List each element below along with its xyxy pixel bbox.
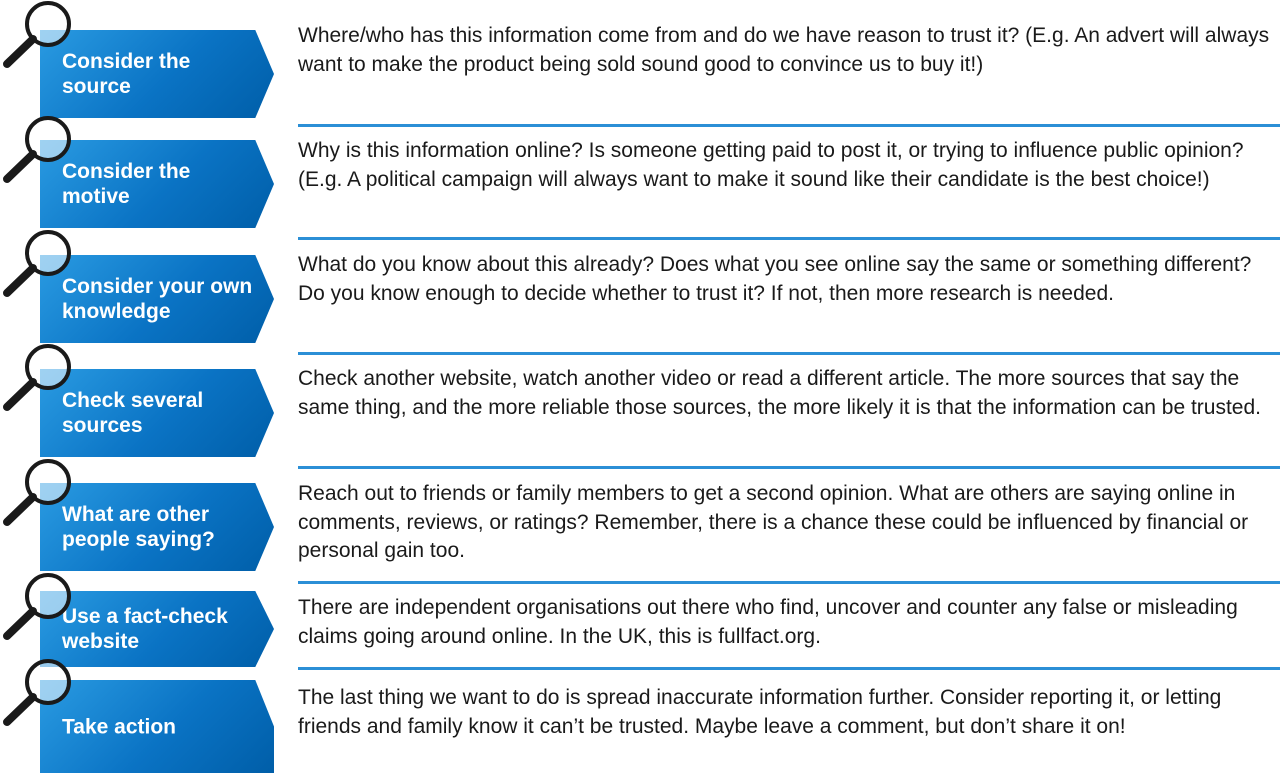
magnifying-glass-icon	[3, 459, 71, 526]
item-label: What are other people saying?	[62, 503, 215, 551]
item-label: Use a fact-check website	[62, 605, 228, 653]
item-description: Reach out to friends or family members t…	[298, 482, 1249, 562]
checklist-row: What are other people saying? Reach out …	[0, 459, 1286, 584]
checklist-row: Consider your own knowledge What do you …	[0, 230, 1286, 355]
item-label: Consider the motive	[62, 160, 191, 208]
magnifying-glass-icon	[3, 230, 71, 297]
magnifying-glass-icon	[3, 116, 71, 183]
divider	[298, 466, 1280, 469]
magnifying-glass-icon	[3, 1, 71, 68]
checklist-row: Use a fact-check website There are indep…	[0, 573, 1286, 674]
checklist-row: Consider the source Where/who has this i…	[0, 0, 1286, 128]
item-label: Consider the source	[62, 50, 191, 98]
item-description: Check another website, watch another vid…	[298, 367, 1261, 419]
item-description: Why is this information online? Is someo…	[298, 139, 1244, 191]
magnifying-glass-icon	[3, 573, 71, 640]
magnifying-glass-icon	[3, 344, 71, 411]
magnifying-glass-icon	[3, 659, 71, 726]
divider	[298, 237, 1280, 240]
item-description: Where/who has this information come from…	[298, 24, 1270, 76]
item-label: Take action	[62, 715, 176, 738]
item-description: What do you know about this already? Doe…	[298, 253, 1252, 305]
checklist-row: Take action The last thing we want to do…	[0, 659, 1286, 773]
item-label: Check several sources	[62, 389, 204, 437]
item-description: There are independent organisations out …	[298, 596, 1238, 648]
checklist-row: Consider the motive Why is this informat…	[0, 116, 1286, 241]
item-description: The last thing we want to do is spread i…	[298, 686, 1222, 738]
checklist-row: Check several sources Check another webs…	[0, 344, 1286, 470]
item-label: Consider your own knowledge	[62, 275, 253, 323]
